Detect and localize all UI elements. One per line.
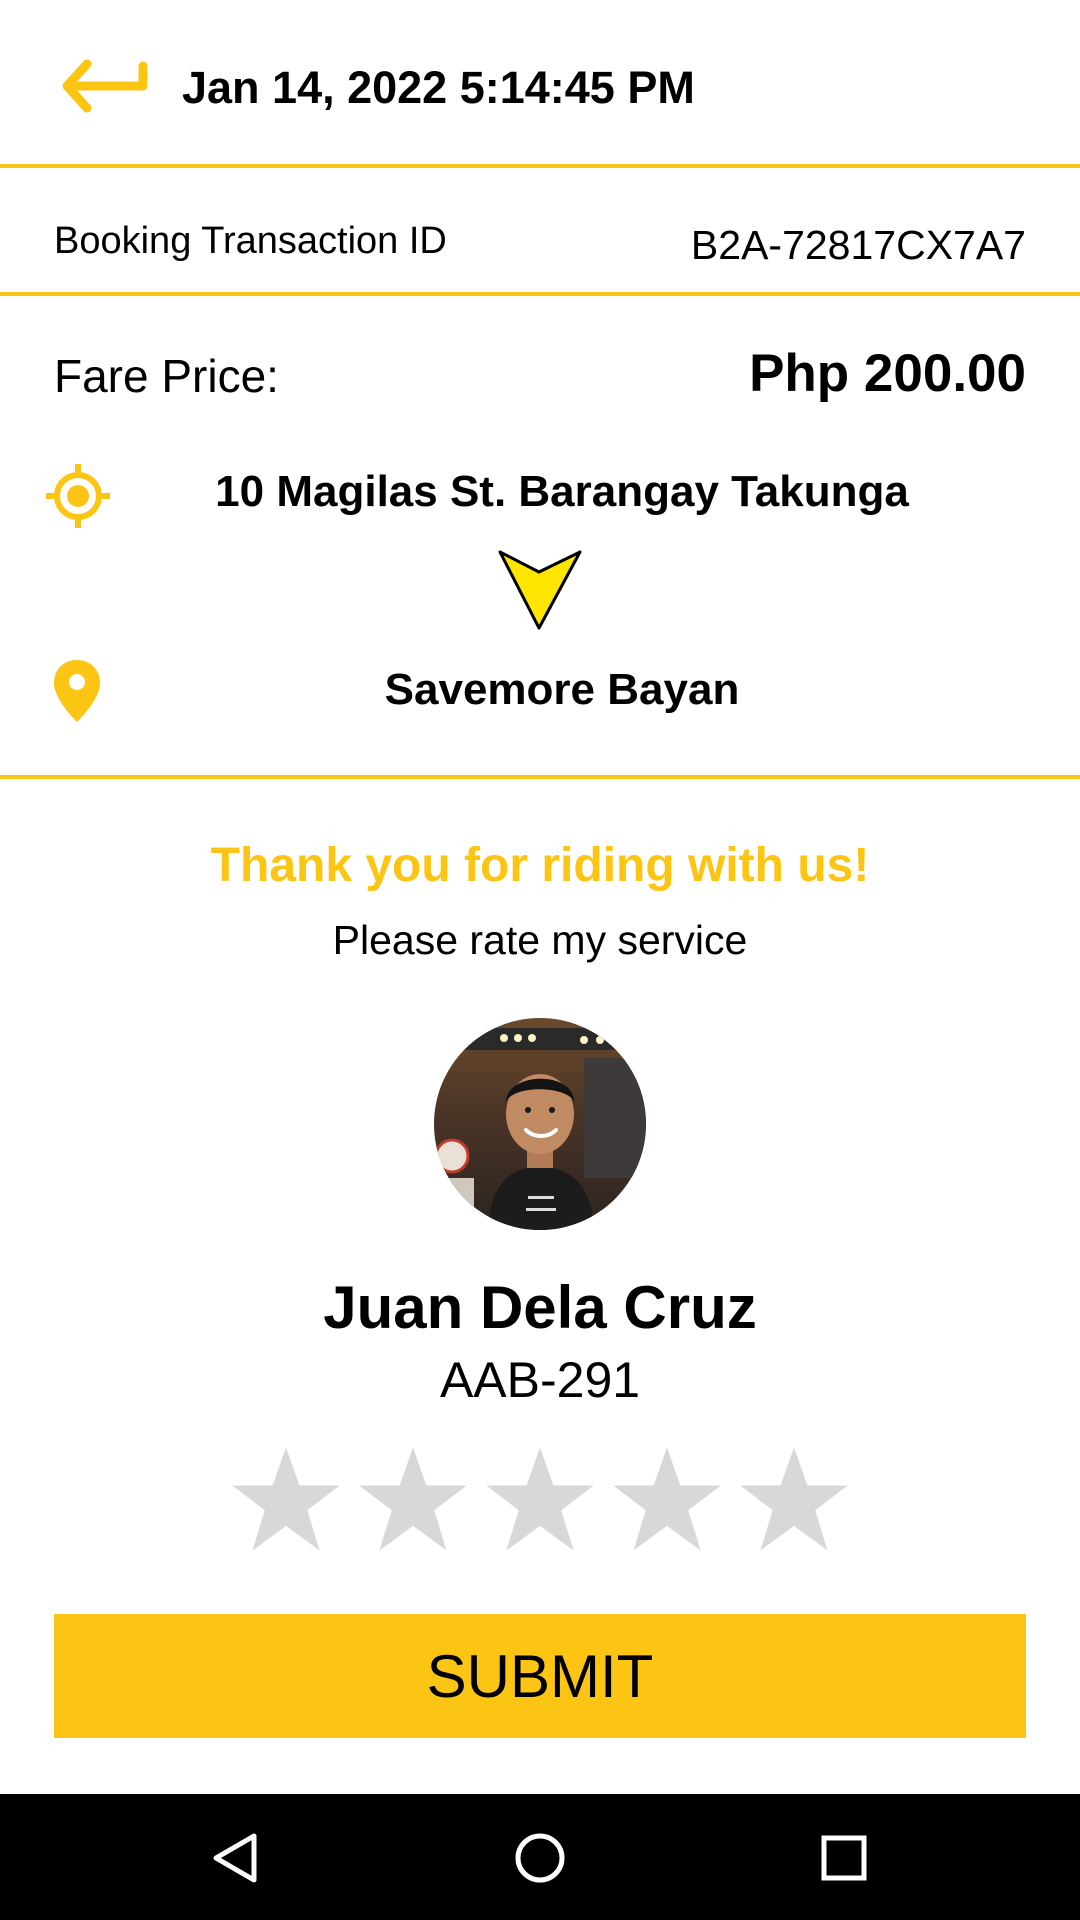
route-divider xyxy=(0,775,1080,779)
transaction-label: Booking Transaction ID xyxy=(54,220,447,262)
thank-you-message: Thank you for riding with us! xyxy=(210,839,870,892)
transaction-divider xyxy=(0,292,1080,296)
transaction-id: B2A-72817CX7A7 xyxy=(690,222,1026,268)
star-icon[interactable] xyxy=(611,1444,723,1554)
header-divider xyxy=(0,164,1080,168)
circle-home-icon xyxy=(515,1833,565,1883)
triangle-back-icon xyxy=(213,1833,257,1883)
square-recents-icon xyxy=(821,1835,867,1881)
app-header: Jan 14, 2022 5:14:45 PM xyxy=(0,0,1080,166)
driver-photo xyxy=(434,1018,646,1230)
back-button[interactable] xyxy=(56,52,152,124)
system-nav-bar xyxy=(0,1794,1080,1920)
crosshair-target-icon xyxy=(46,464,110,528)
star-icon[interactable] xyxy=(738,1444,850,1554)
star-icon[interactable] xyxy=(357,1444,469,1554)
pickup-row-icon xyxy=(44,462,112,530)
submit-button[interactable]: SUBMIT xyxy=(54,1614,1026,1738)
dropoff-row-icon xyxy=(50,658,104,726)
arrow-down-icon xyxy=(498,550,582,630)
dropoff-address: Savemore Bayan xyxy=(384,665,740,714)
fare-label: Fare Price: xyxy=(54,350,279,402)
map-pin-icon xyxy=(54,660,100,722)
star-icon[interactable] xyxy=(230,1444,342,1554)
plate-number: AAB-291 xyxy=(439,1352,641,1408)
direction-arrow xyxy=(496,548,584,632)
star-rating xyxy=(230,1444,850,1554)
back-arrow-icon xyxy=(62,59,148,113)
transaction-row: Booking Transaction ID B2A-72817CX7A7 xyxy=(0,170,1080,294)
nav-home-button[interactable] xyxy=(504,1822,576,1894)
nav-back-button[interactable] xyxy=(200,1822,272,1894)
rate-prompt: Please rate my service xyxy=(332,917,748,963)
driver-name: Juan Dela Cruz xyxy=(323,1274,757,1341)
fare-value: Php 200.00 xyxy=(749,344,1026,403)
star-icon[interactable] xyxy=(484,1444,596,1554)
ride-datetime: Jan 14, 2022 5:14:45 PM xyxy=(182,62,695,113)
nav-recents-button[interactable] xyxy=(808,1822,880,1894)
driver-avatar xyxy=(434,1018,646,1230)
pickup-address: 10 Magilas St. Barangay Takunga xyxy=(215,467,909,516)
